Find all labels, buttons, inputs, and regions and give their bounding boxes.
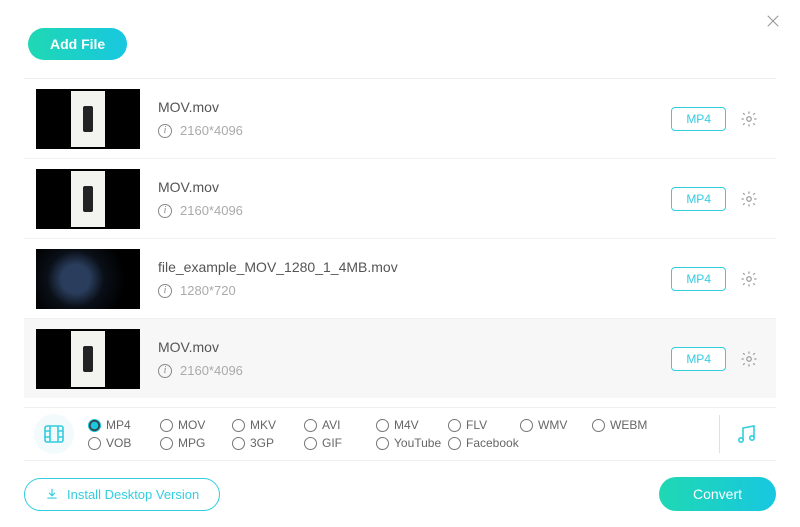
format-radio[interactable] bbox=[160, 419, 173, 432]
file-resolution-row: i 1280*720 bbox=[158, 283, 671, 298]
format-option-mp4[interactable]: MP4 bbox=[88, 418, 160, 432]
file-meta: MOV.mov i 2160*4096 bbox=[158, 179, 671, 218]
output-format-badge[interactable]: MP4 bbox=[671, 107, 726, 131]
format-label: 3GP bbox=[250, 436, 274, 450]
format-label: AVI bbox=[322, 418, 340, 432]
format-label: YouTube bbox=[394, 436, 441, 450]
format-label: MP4 bbox=[106, 418, 131, 432]
format-radio[interactable] bbox=[592, 419, 605, 432]
format-option-mpg[interactable]: MPG bbox=[160, 436, 232, 450]
file-resolution-row: i 2160*4096 bbox=[158, 203, 671, 218]
file-meta: MOV.mov i 2160*4096 bbox=[158, 339, 671, 378]
file-thumbnail bbox=[36, 169, 140, 229]
format-radio[interactable] bbox=[448, 437, 461, 450]
gear-icon[interactable] bbox=[740, 270, 758, 288]
file-thumbnail bbox=[36, 89, 140, 149]
format-radio[interactable] bbox=[304, 437, 317, 450]
format-option-gif[interactable]: GIF bbox=[304, 436, 376, 450]
format-option-youtube[interactable]: YouTube bbox=[376, 436, 448, 450]
format-radio[interactable] bbox=[160, 437, 173, 450]
file-resolution-row: i 2160*4096 bbox=[158, 123, 671, 138]
info-icon[interactable]: i bbox=[158, 204, 172, 218]
format-option-webm[interactable]: WEBM bbox=[592, 418, 664, 432]
gear-icon[interactable] bbox=[740, 110, 758, 128]
format-radio[interactable] bbox=[376, 419, 389, 432]
format-label: GIF bbox=[322, 436, 342, 450]
file-row[interactable]: file_example_MOV_1280_1_4MB.movi 1280*720… bbox=[24, 239, 776, 319]
format-option-mov[interactable]: MOV bbox=[160, 418, 232, 432]
file-resolution: 1280*720 bbox=[180, 283, 236, 298]
format-radio[interactable] bbox=[232, 437, 245, 450]
format-radio[interactable] bbox=[376, 437, 389, 450]
file-resolution: 2160*4096 bbox=[180, 203, 243, 218]
file-name: MOV.mov bbox=[158, 99, 671, 115]
file-list: MOV.movi2160*4096MP4MOV.movi2160*4096MP4… bbox=[24, 78, 776, 398]
format-option-facebook[interactable]: Facebook bbox=[448, 436, 520, 450]
file-resolution: 2160*4096 bbox=[180, 363, 243, 378]
file-meta: file_example_MOV_1280_1_4MB.movi 1280*720 bbox=[158, 259, 671, 298]
info-icon[interactable]: i bbox=[158, 124, 172, 138]
format-label: MKV bbox=[250, 418, 276, 432]
file-row[interactable]: MOV.mov i 2160*4096 MP4 bbox=[24, 159, 776, 239]
file-row[interactable]: MOV.mov i 2160*4096 MP4 bbox=[24, 319, 776, 398]
format-label: Facebook bbox=[466, 436, 519, 450]
file-thumbnail bbox=[36, 329, 140, 389]
info-icon[interactable]: i bbox=[158, 284, 172, 298]
convert-button[interactable]: Convert bbox=[659, 477, 776, 511]
format-radio[interactable] bbox=[448, 419, 461, 432]
format-label: M4V bbox=[394, 418, 419, 432]
format-option-mkv[interactable]: MKV bbox=[232, 418, 304, 432]
file-thumbnail bbox=[36, 249, 140, 309]
info-icon[interactable]: i bbox=[158, 364, 172, 378]
format-radio[interactable] bbox=[232, 419, 245, 432]
output-format-badge[interactable]: MP4 bbox=[671, 187, 726, 211]
format-option-m4v[interactable]: M4V bbox=[376, 418, 448, 432]
format-label: MPG bbox=[178, 436, 205, 450]
format-label: FLV bbox=[466, 418, 487, 432]
format-radio[interactable] bbox=[88, 437, 101, 450]
audio-format-icon[interactable] bbox=[732, 420, 760, 448]
format-label: VOB bbox=[106, 436, 131, 450]
file-name: MOV.mov bbox=[158, 179, 671, 195]
file-name: file_example_MOV_1280_1_4MB.mov bbox=[158, 259, 671, 275]
gear-icon[interactable] bbox=[740, 350, 758, 368]
format-radio[interactable] bbox=[304, 419, 317, 432]
format-option-vob[interactable]: VOB bbox=[88, 436, 160, 450]
format-label: WEBM bbox=[610, 418, 647, 432]
format-label: MOV bbox=[178, 418, 205, 432]
divider bbox=[719, 415, 720, 453]
file-row[interactable]: MOV.mov i 2160*4096 MP4 bbox=[24, 79, 776, 159]
format-option-flv[interactable]: FLV bbox=[448, 418, 520, 432]
install-desktop-button[interactable]: Install Desktop Version bbox=[24, 478, 220, 511]
video-format-icon[interactable] bbox=[34, 414, 74, 454]
format-option-avi[interactable]: AVI bbox=[304, 418, 376, 432]
output-format-badge[interactable]: MP4 bbox=[671, 347, 726, 371]
add-file-button[interactable]: Add File bbox=[28, 28, 127, 60]
output-format-badge[interactable]: MP4 bbox=[671, 267, 726, 291]
format-option-wmv[interactable]: WMV bbox=[520, 418, 592, 432]
file-resolution-row: i 2160*4096 bbox=[158, 363, 671, 378]
install-label: Install Desktop Version bbox=[67, 487, 199, 502]
format-label: WMV bbox=[538, 418, 567, 432]
download-icon bbox=[45, 487, 59, 501]
file-name: MOV.mov bbox=[158, 339, 671, 355]
format-radio[interactable] bbox=[520, 419, 533, 432]
format-options: MP4 MOV MKV AVI M4V FLV WMV WEBM VOB MPG 3GP GIF You… bbox=[88, 418, 707, 450]
file-meta: MOV.mov i 2160*4096 bbox=[158, 99, 671, 138]
close-icon[interactable] bbox=[764, 12, 782, 35]
gear-icon[interactable] bbox=[740, 190, 758, 208]
format-bar: MP4 MOV MKV AVI M4V FLV WMV WEBM VOB MPG 3GP GIF You… bbox=[24, 407, 776, 461]
format-option-3gp[interactable]: 3GP bbox=[232, 436, 304, 450]
format-radio[interactable] bbox=[88, 419, 101, 432]
bottom-bar: Install Desktop Version Convert bbox=[24, 477, 776, 511]
file-resolution: 2160*4096 bbox=[180, 123, 243, 138]
